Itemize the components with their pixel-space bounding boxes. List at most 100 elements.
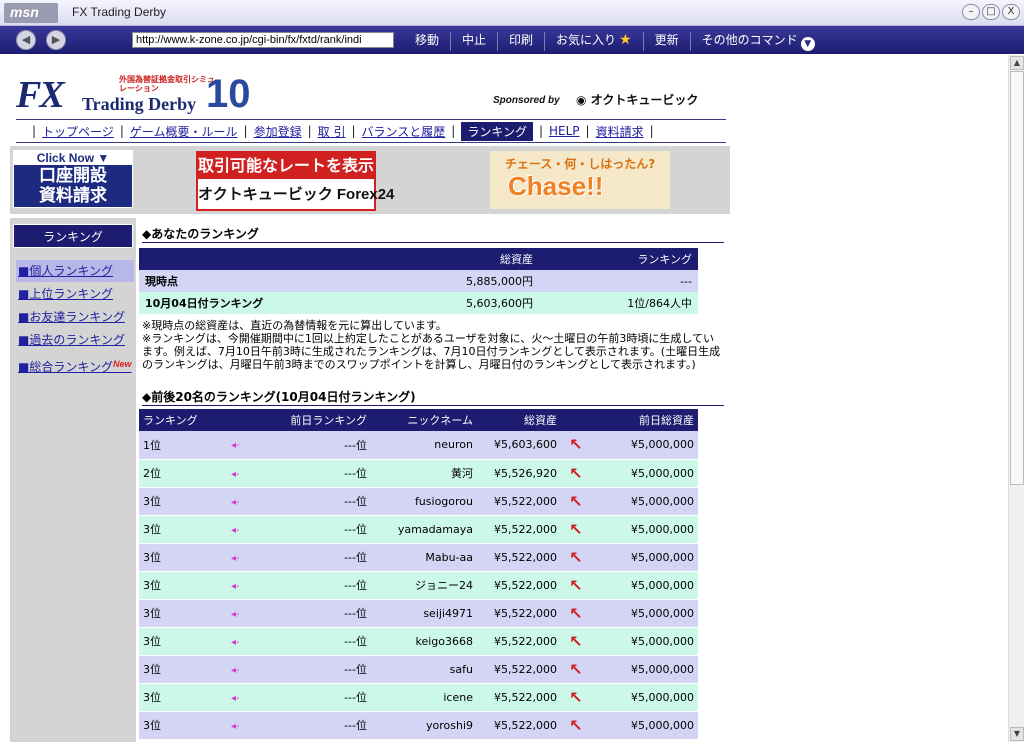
- maximize-button[interactable]: □: [982, 4, 1000, 20]
- header-rank: ランキング: [139, 409, 227, 431]
- header-asset: 総資産: [389, 248, 539, 270]
- left-arrow-cell: ◂-: [227, 655, 253, 684]
- table-row: 1位 ◂- ---位 neuron ¥5,603,600 ↖ ¥5,000,000: [139, 431, 698, 460]
- sidebar-item-personal-ranking[interactable]: ■個人ランキング: [16, 260, 134, 282]
- sponsor-brand[interactable]: ◉ オクトキュービック: [576, 91, 698, 108]
- open-account-label: 口座開設 資料請求: [39, 166, 107, 206]
- rank-cell: 3位: [139, 711, 227, 740]
- rate-banner-brand: オクトキュービック Forex24: [198, 186, 395, 203]
- asset-cell: ¥5,526,920: [477, 459, 561, 488]
- asset-cell: ¥5,522,000: [477, 599, 561, 628]
- refresh-button[interactable]: 更新: [642, 32, 690, 51]
- left-arrow-cell: ◂-: [227, 487, 253, 516]
- nav-ranking[interactable]: ランキング: [461, 121, 533, 141]
- nav-register[interactable]: 参加登録: [254, 123, 302, 140]
- address-bar[interactable]: http://www.k-zone.co.jp/cgi-bin/fx/fxtd/…: [132, 32, 394, 48]
- banner-strip: Click Now ▼ 口座開設 資料請求 取引可能なレートを表示 オクトキュービ…: [10, 146, 730, 214]
- table-row: 3位 ◂- ---位 yoroshi9 ¥5,522,000 ↖ ¥5,000,000: [139, 711, 698, 740]
- nav-balance-history[interactable]: バランスと履歴: [362, 123, 446, 140]
- up-arrow-icon: ↖: [569, 547, 583, 567]
- up-arrow-cell: ↖: [561, 487, 591, 516]
- nav-help[interactable]: HELP: [549, 124, 580, 138]
- nav-trade[interactable]: 取 引: [318, 123, 346, 140]
- more-commands-button[interactable]: その他のコマンド ▼: [689, 32, 826, 51]
- nickname-cell: seiji4971: [371, 599, 477, 628]
- forex24-banner[interactable]: 取引可能なレートを表示 オクトキュービック Forex24: [196, 151, 395, 211]
- prev-rank-cell: ---位: [253, 711, 371, 740]
- nickname-cell: neuron: [371, 431, 477, 460]
- rank-cell: 3位: [139, 683, 227, 712]
- nav-top-page[interactable]: トップページ: [42, 123, 114, 140]
- sidebar-item-top-ranking[interactable]: ■上位ランキング: [16, 283, 134, 305]
- asset-cell: ¥5,522,000: [477, 655, 561, 684]
- prev-rank-cell: ---位: [253, 543, 371, 572]
- open-account-banner[interactable]: Click Now ▼ 口座開設 資料請求: [13, 150, 133, 208]
- left-arrow-icon: ◂-: [231, 720, 240, 732]
- more-commands-label: その他のコマンド: [701, 33, 798, 47]
- sidebar-item-past-ranking[interactable]: ■過去のランキング: [16, 329, 134, 351]
- up-arrow-icon: ↖: [569, 687, 583, 707]
- rank-cell: 3位: [139, 655, 227, 684]
- asset-cell: ¥5,603,600: [477, 431, 561, 460]
- prev-rank-cell: ---位: [253, 487, 371, 516]
- up-arrow-cell: ↖: [561, 711, 591, 740]
- up-arrow-icon: ↖: [569, 435, 583, 455]
- left-arrow-icon: ◂-: [231, 524, 240, 536]
- vertical-scrollbar[interactable]: ▲ ▼: [1008, 55, 1024, 742]
- header-prev-asset: 前日総資産: [591, 409, 698, 431]
- prev-asset-cell: ¥5,000,000: [591, 711, 698, 740]
- up-arrow-icon: ↖: [569, 463, 583, 483]
- sidebar-item-friend-ranking[interactable]: ■お友達ランキング: [16, 306, 134, 328]
- prev-asset-cell: ¥5,000,000: [591, 543, 698, 572]
- table-row: 3位 ◂- ---位 ジョニー24 ¥5,522,000 ↖ ¥5,000,000: [139, 571, 698, 600]
- prev-asset-cell: ¥5,000,000: [591, 599, 698, 628]
- up-arrow-icon: ↖: [569, 519, 583, 539]
- window-title: FX Trading Derby: [72, 5, 167, 19]
- left-arrow-icon: ◂-: [231, 496, 240, 508]
- asset-cell: ¥5,522,000: [477, 683, 561, 712]
- rank-cell: 3位: [139, 487, 227, 516]
- table-row: 3位 ◂- ---位 Mabu-aa ¥5,522,000 ↖ ¥5,000,000: [139, 543, 698, 572]
- up-arrow-icon: ↖: [569, 659, 583, 679]
- ranking-note: ※現時点の総資産は、直近の為替情報を元に算出しています。 ※ランキングは、今開催…: [142, 319, 724, 371]
- header-nickname: ニックネーム: [371, 409, 477, 431]
- browser-toolbar: ◀ ▶ http://www.k-zone.co.jp/cgi-bin/fx/f…: [0, 26, 1024, 54]
- nickname-cell: 黄河: [371, 459, 477, 488]
- nav-materials[interactable]: 資料請求: [596, 123, 644, 140]
- table-row: 3位 ◂- ---位 seiji4971 ¥5,522,000 ↖ ¥5,000,000: [139, 599, 698, 628]
- prev-asset-cell: ¥5,000,000: [591, 459, 698, 488]
- left-arrow-icon: ◂-: [231, 552, 240, 564]
- scroll-up-icon[interactable]: ▲: [1010, 56, 1024, 70]
- row-asset: 5,885,000円: [389, 270, 539, 292]
- stop-button[interactable]: 中止: [450, 32, 497, 51]
- close-button[interactable]: X: [1002, 4, 1020, 20]
- scroll-down-icon[interactable]: ▼: [1010, 727, 1024, 741]
- print-button[interactable]: 印刷: [497, 32, 544, 51]
- prev-asset-cell: ¥5,000,000: [591, 683, 698, 712]
- up-arrow-icon: ↖: [569, 631, 583, 651]
- minimize-button[interactable]: –: [962, 4, 980, 20]
- row-asset: 5,603,600円: [389, 292, 539, 314]
- row-rank: ---: [539, 270, 698, 292]
- go-button[interactable]: 移動: [404, 32, 450, 51]
- left-arrow-icon: ◂-: [231, 580, 240, 592]
- prev-asset-cell: ¥5,000,000: [591, 571, 698, 600]
- scroll-thumb[interactable]: [1010, 71, 1024, 485]
- favorites-button[interactable]: お気に入り ★: [544, 32, 643, 51]
- nickname-cell: safu: [371, 655, 477, 684]
- forward-icon[interactable]: ▶: [46, 30, 66, 50]
- nickname-cell: yamadamaya: [371, 515, 477, 544]
- up-arrow-cell: ↖: [561, 599, 591, 628]
- back-icon[interactable]: ◀: [16, 30, 36, 50]
- left-arrow-cell: ◂-: [227, 627, 253, 656]
- left-arrow-cell: ◂-: [227, 543, 253, 572]
- nav-game-rules[interactable]: ゲーム概要・ルール: [130, 123, 238, 140]
- chase-banner-logo: Chase!!: [508, 171, 604, 201]
- chase-banner[interactable]: チェース・何・しはったん? Chase!!: [490, 151, 670, 209]
- chase-banner-tagline: チェース・何・しはったん?: [504, 157, 656, 171]
- fx-trading-derby-logo[interactable]: FX 外国為替証拠金取引シミュレーション Trading Derby 10: [16, 73, 251, 117]
- table-row: 3位 ◂- ---位 keigo3668 ¥5,522,000 ↖ ¥5,000,000: [139, 627, 698, 656]
- table-header: 総資産 ランキング: [139, 248, 698, 270]
- table-row: 現時点 5,885,000円 ---: [139, 270, 698, 292]
- sidebar-item-overall-ranking[interactable]: ■総合ランキングNew: [16, 356, 134, 378]
